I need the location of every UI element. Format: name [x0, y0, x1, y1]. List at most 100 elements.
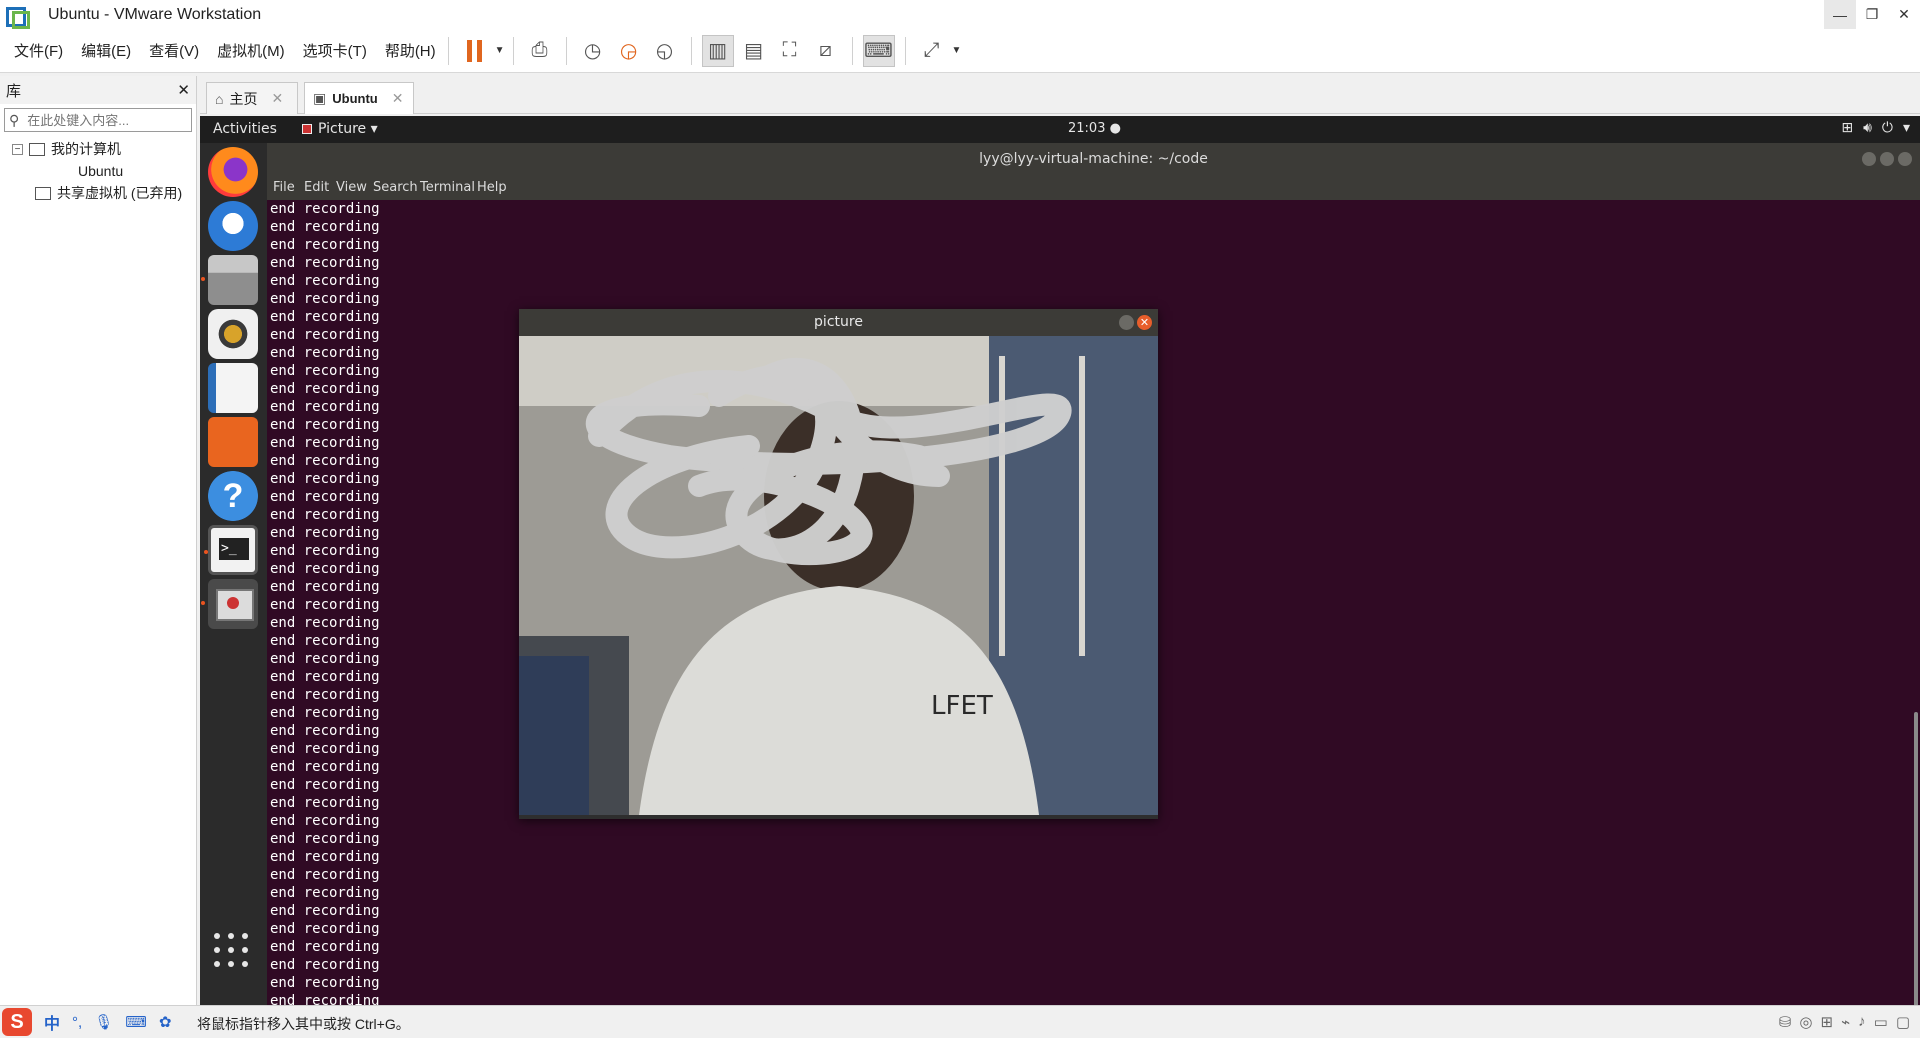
cd-rom-icon[interactable]: ◎ [1799, 1013, 1812, 1031]
webcam-frame-drawing: LFET [519, 336, 1158, 815]
tab-close-icon[interactable]: ✕ [392, 90, 404, 107]
stretch-dropdown-icon[interactable]: ▼ [952, 45, 962, 56]
skin-icon[interactable]: ✿ [159, 1013, 172, 1031]
stretch-guest-button[interactable]: ⤢ [916, 35, 948, 67]
revert-snapshot-button[interactable]: ◶ [613, 35, 645, 67]
window-title: Ubuntu - VMware Workstation [48, 5, 262, 23]
terminal-line: end recording [270, 255, 380, 271]
menu-vm[interactable]: 虚拟机(M) [217, 40, 285, 61]
pause-vm-button[interactable] [459, 35, 491, 67]
software-center-icon[interactable] [208, 417, 258, 467]
libreoffice-writer-icon[interactable] [208, 363, 258, 413]
full-screen-button[interactable]: ⛶ [774, 35, 806, 67]
stretch-icon: ⤢ [923, 39, 940, 61]
status-bar: S 中 °, 🎙︎ ⌨ ✿ 将鼠标指针移入其中或按 Ctrl+G。 ⛁ ◎ ⊞ … [0, 1005, 1920, 1038]
app-menu[interactable]: Picture ▾ [302, 121, 378, 137]
sogou-ime-logo-icon[interactable]: S [2, 1008, 32, 1036]
thunderbird-icon[interactable] [208, 201, 258, 251]
thumbnail-bar-button[interactable]: ▤ [738, 35, 770, 67]
microphone-icon[interactable]: 🎙︎ [94, 1013, 113, 1031]
terminal-close-button[interactable] [1898, 152, 1912, 166]
tree-item-my-computer[interactable]: − 我的计算机 [0, 138, 196, 160]
sound-icon[interactable]: ♪ [1858, 1013, 1866, 1031]
window-controls: — ❐ ✕ [1824, 0, 1920, 29]
terminal-line: end recording [270, 867, 380, 883]
search-icon: ⚲ [9, 111, 20, 128]
shirt-print-text: LFET [931, 691, 993, 721]
tree-item-shared-vms[interactable]: 共享虚拟机 (已弃用) [0, 182, 196, 204]
minimize-button[interactable]: — [1824, 0, 1856, 29]
menu-file[interactable]: 文件(F) [14, 40, 63, 61]
menu-tabs[interactable]: 选项卡(T) [303, 40, 367, 61]
keyboard-icon[interactable]: ⌨ [125, 1013, 147, 1031]
help-icon[interactable]: ? [208, 471, 258, 521]
display-icon[interactable]: ▭ [1874, 1013, 1888, 1031]
library-search-input[interactable] [27, 112, 204, 128]
terminal-menu-file[interactable]: File [273, 180, 295, 195]
volume-icon: 🔊︎ [1863, 120, 1872, 136]
terminal-menu-terminal[interactable]: Terminal [420, 180, 475, 195]
clock[interactable]: 21:03 ● [1068, 121, 1121, 136]
console-view-button[interactable]: ⌨ [862, 34, 895, 67]
terminal-line: end recording [270, 219, 380, 235]
terminal-line: end recording [270, 273, 380, 289]
firefox-icon[interactable] [208, 147, 258, 197]
punctuation-icon[interactable]: °, [72, 1014, 82, 1031]
picture-minimize-button[interactable] [1119, 315, 1134, 330]
terminal-menu-view[interactable]: View [336, 180, 367, 195]
picture-app-dock-icon[interactable] [201, 579, 258, 629]
unity-button[interactable]: ⧄ [810, 35, 842, 67]
terminal-minimize-button[interactable] [1862, 152, 1876, 166]
picture-window-titlebar: picture ✕ [519, 309, 1158, 336]
network-adapter-icon[interactable]: ⊞ [1821, 1013, 1834, 1031]
hard-disk-icon[interactable]: ⛁ [1779, 1013, 1792, 1031]
terminal-menu-help[interactable]: Help [477, 180, 507, 195]
snapshot-icon: ◷ [583, 40, 602, 62]
tab-strip: ⌂ 主页 ✕ ▣ Ubuntu ✕ [200, 76, 1920, 114]
vmware-logo-icon [6, 5, 30, 29]
system-tray[interactable]: ⊞ 🔊︎ ⏻ ▾ [1841, 120, 1910, 136]
menu-help[interactable]: 帮助(H) [385, 40, 436, 61]
tab-home[interactable]: ⌂ 主页 ✕ [206, 82, 298, 114]
library-close-icon[interactable]: ✕ [177, 81, 190, 99]
console-icon: ⌨ [864, 40, 893, 62]
terminal-scrollbar[interactable] [1914, 712, 1918, 1005]
show-library-button[interactable]: ▥ [701, 34, 734, 67]
activities-button[interactable]: Activities [213, 121, 277, 137]
library-tree: − 我的计算机 Ubuntu 共享虚拟机 (已弃用) [0, 138, 272, 294]
rhythmbox-icon[interactable] [208, 309, 258, 359]
vm-console[interactable]: Activities Picture ▾ 21:03 ● ⊞ 🔊︎ ⏻ ▾ ? … [200, 116, 1920, 1005]
revert-snapshot-icon: ◶ [619, 40, 638, 62]
tab-close-icon[interactable]: ✕ [271, 90, 283, 107]
picture-window[interactable]: picture ✕ LFET [519, 309, 1158, 819]
message-icon[interactable]: ▢ [1896, 1013, 1910, 1031]
app-menu-label: Picture [318, 121, 367, 137]
restore-button[interactable]: ❐ [1856, 0, 1888, 29]
terminal-menu-edit[interactable]: Edit [304, 180, 329, 195]
picture-close-button[interactable]: ✕ [1137, 315, 1152, 330]
tree-item-ubuntu[interactable]: Ubuntu [0, 160, 272, 294]
tab-ubuntu[interactable]: ▣ Ubuntu ✕ [304, 82, 414, 114]
library-title: 库 [6, 82, 22, 100]
show-applications-icon[interactable] [214, 933, 250, 969]
send-ctrl-alt-del-button[interactable]: ⎙ [524, 35, 556, 67]
menu-view[interactable]: 查看(V) [149, 40, 199, 61]
terminal-menu-search[interactable]: Search [373, 180, 418, 195]
terminal-line: end recording [270, 885, 380, 901]
collapse-icon[interactable]: − [12, 143, 23, 155]
ime-language-toggle[interactable]: 中 [44, 1010, 60, 1034]
close-window-button[interactable]: ✕ [1888, 0, 1920, 29]
usb-icon[interactable]: ⌁ [1841, 1013, 1850, 1031]
terminal-menubar: File Edit View Search Terminal Help [267, 176, 1920, 200]
thumbnail-layout-icon: ▤ [744, 40, 763, 62]
files-icon[interactable] [201, 255, 258, 305]
snapshot-button[interactable]: ◷ [577, 35, 609, 67]
tree-label: Ubuntu [78, 163, 124, 179]
menu-edit[interactable]: 编辑(E) [81, 40, 131, 61]
terminal-maximize-button[interactable] [1880, 152, 1894, 166]
terminal-icon[interactable] [204, 525, 258, 575]
terminal-title: lyy@lyy-virtual-machine: ~/code [979, 151, 1208, 167]
snapshot-manager-button[interactable]: ◵ [649, 35, 681, 67]
toolbar-separator [904, 36, 906, 65]
pause-dropdown-icon[interactable]: ▼ [495, 45, 505, 56]
